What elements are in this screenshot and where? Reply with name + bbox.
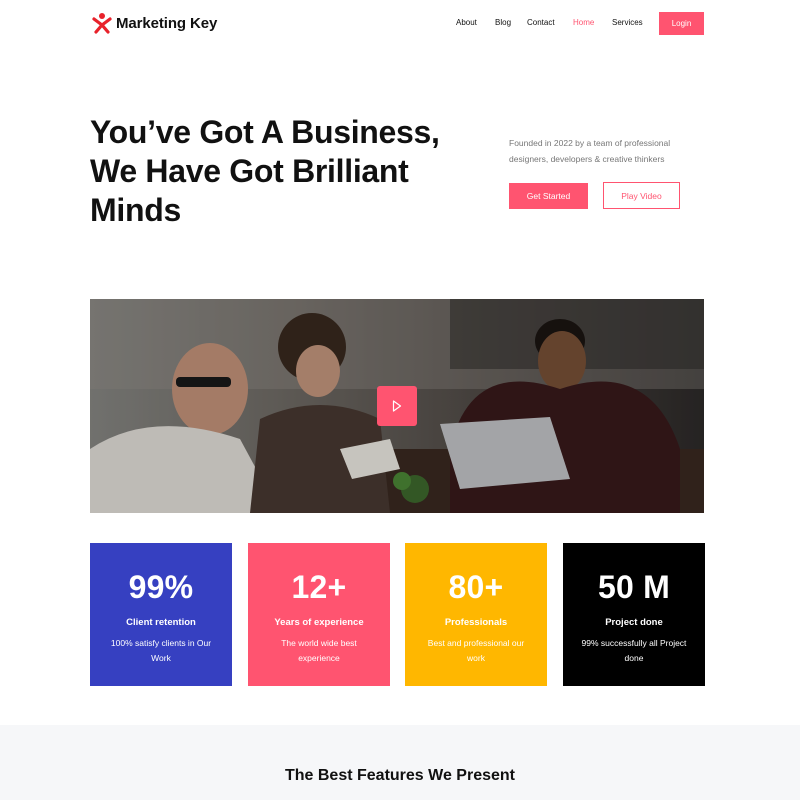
- stat-description: 99% successfully all Project done: [581, 638, 687, 663]
- person-icon: [92, 13, 112, 34]
- login-button[interactable]: Login: [659, 12, 704, 35]
- stat-value: 50 M: [598, 569, 670, 605]
- stat-value: 12+: [291, 569, 347, 605]
- brand-logo[interactable]: Marketing Key: [92, 12, 217, 34]
- hero-title: You’ve Got A Business, We Have Got Brill…: [90, 114, 440, 228]
- play-icon: [392, 400, 402, 412]
- stat-description: Best and professional our work: [427, 638, 525, 663]
- hero-subtitle: Founded in 2022 by a team of professiona…: [509, 138, 671, 164]
- play-video-button[interactable]: Play Video: [603, 182, 680, 209]
- stat-label: Client retention: [126, 617, 196, 628]
- stat-card-professionals: 80+ Professionals Best and professional …: [405, 543, 547, 686]
- features-title: The Best Features We Present: [284, 767, 515, 784]
- stat-label: Project done: [605, 617, 663, 628]
- stat-description: The world wide best experience: [281, 638, 357, 663]
- stat-value: 80+: [448, 569, 504, 605]
- top-navigation: Marketing Key About Blog Contact Home Se…: [0, 0, 800, 48]
- get-started-button[interactable]: Get Started: [509, 183, 588, 209]
- features-section: The Best Features We Present: [0, 725, 800, 800]
- team-video-thumbnail[interactable]: [90, 299, 704, 513]
- nav-item-services[interactable]: Services: [612, 18, 643, 27]
- stat-label: Years of experience: [274, 617, 364, 628]
- brand-name: Marketing Key: [116, 14, 218, 32]
- play-button[interactable]: [377, 386, 417, 426]
- stat-description: 100% satisfy clients in Our Work: [110, 638, 212, 663]
- stat-card-years-experience: 12+ Years of experience The world wide b…: [248, 543, 390, 686]
- nav-item-contact[interactable]: Contact: [527, 18, 555, 27]
- nav-item-home[interactable]: Home: [573, 18, 594, 27]
- nav-item-blog[interactable]: Blog: [495, 18, 511, 27]
- stat-value: 99%: [128, 569, 194, 605]
- stat-card-client-retention: 99% Client retention 100% satisfy client…: [90, 543, 232, 686]
- stat-label: Professionals: [444, 617, 508, 628]
- stat-card-project-done: 50 M Project done 99% successfully all P…: [563, 543, 705, 686]
- nav-item-about[interactable]: About: [456, 18, 477, 27]
